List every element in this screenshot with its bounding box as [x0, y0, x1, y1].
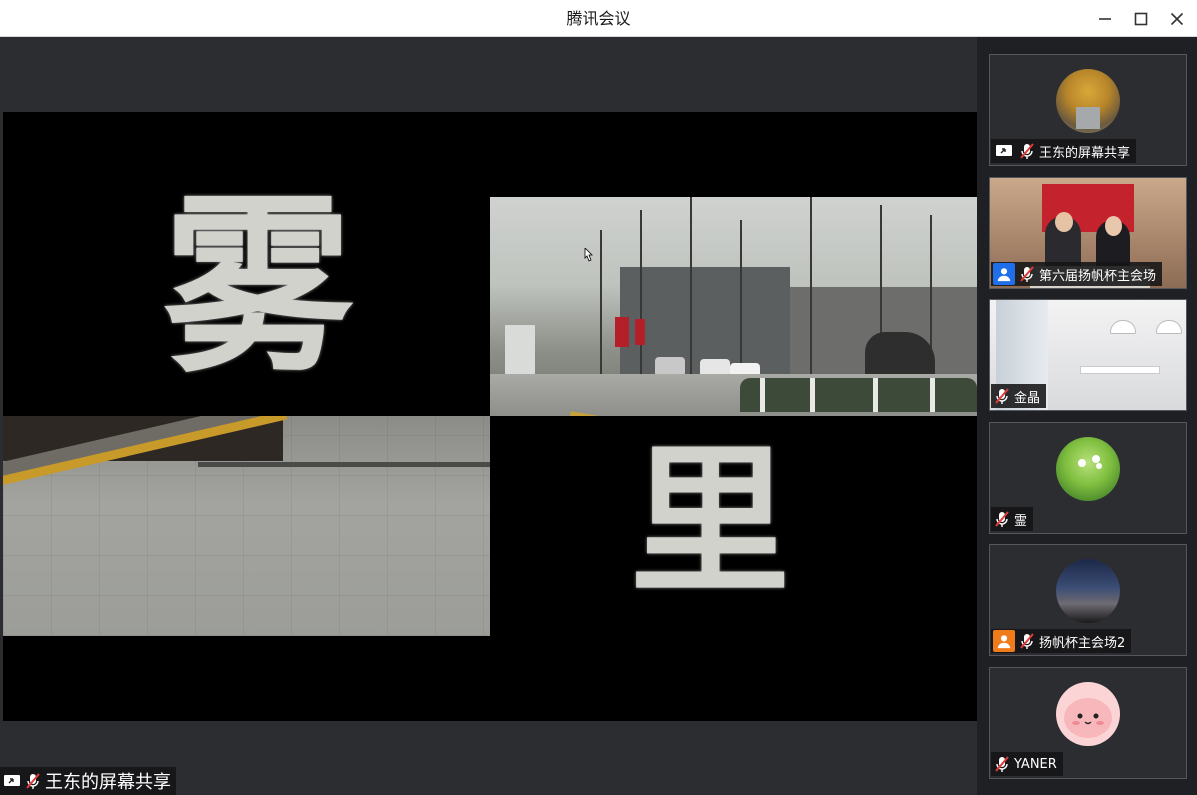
participant-tile[interactable]: 第六届扬帆杯主会场	[989, 177, 1187, 289]
cartoon-face-icon	[1064, 698, 1112, 738]
video-panel-street-scene	[490, 197, 977, 416]
avatar	[1056, 437, 1120, 501]
participant-name-bar: 第六届扬帆杯主会场	[991, 262, 1163, 286]
presenter-name: 王东的屏幕共享	[45, 772, 171, 793]
host-user-icon	[993, 263, 1015, 285]
participant-name: YANER	[1014, 756, 1057, 772]
participant-tile[interactable]: 霊	[989, 422, 1187, 534]
participant-name-bar: 霊	[991, 507, 1034, 531]
mouse-pointer-icon	[584, 248, 593, 262]
participant-name-bar: 扬帆杯主会场2	[991, 629, 1132, 653]
participant-name: 霊	[1014, 513, 1028, 529]
screen-share-icon	[3, 772, 21, 790]
minimize-button[interactable]	[1087, 0, 1123, 37]
participant-sidebar: 王东的屏幕共享 第六届扬帆杯主会场 金晶 霊 扬帆杯主会场2 YANER	[977, 37, 1197, 795]
minimize-icon	[1099, 17, 1111, 20]
participant-tile[interactable]: 金晶	[989, 299, 1187, 411]
mic-muted-icon	[1018, 632, 1036, 650]
participant-name-bar: YANER	[991, 752, 1063, 776]
avatar	[1056, 559, 1120, 623]
mic-muted-icon	[24, 772, 42, 790]
shared-screen[interactable]: 雾 里	[3, 112, 977, 721]
participant-tile[interactable]: 扬帆杯主会场2	[989, 544, 1187, 656]
participant-name: 第六届扬帆杯主会场	[1039, 268, 1157, 284]
calligraphy-character-bottom: 里	[630, 427, 791, 615]
mic-muted-icon	[993, 510, 1011, 528]
mic-muted-icon	[993, 387, 1011, 405]
participant-tile[interactable]: 王东的屏幕共享	[989, 54, 1187, 166]
avatar	[1056, 69, 1120, 133]
calligraphy-character-top: 雾	[163, 175, 354, 398]
participant-name: 王东的屏幕共享	[1039, 145, 1131, 161]
maximize-icon	[1134, 12, 1148, 25]
avatar	[1056, 682, 1120, 746]
participant-name-bar: 金晶	[991, 384, 1047, 408]
maximize-button[interactable]	[1123, 0, 1159, 37]
participant-tile[interactable]: YANER	[989, 667, 1187, 779]
close-icon	[1170, 12, 1184, 25]
participant-name: 金晶	[1014, 390, 1041, 406]
close-button[interactable]	[1159, 0, 1195, 37]
mic-muted-icon	[1018, 142, 1036, 160]
title-bar: 腾讯会议	[0, 0, 1197, 37]
participant-name-bar: 王东的屏幕共享	[991, 139, 1137, 163]
main-stage: 雾 里	[3, 37, 977, 795]
cohost-user-icon	[993, 630, 1015, 652]
mic-muted-icon	[1018, 265, 1036, 283]
screen-share-label: 王东的屏幕共享	[0, 767, 176, 795]
screen-share-icon	[993, 140, 1015, 162]
video-panel-calligraphy-top: 雾	[3, 112, 490, 416]
video-panel-pavement	[3, 416, 490, 636]
video-panel-calligraphy-bottom: 里	[490, 416, 977, 636]
participant-name: 扬帆杯主会场2	[1039, 635, 1126, 651]
window-title: 腾讯会议	[566, 9, 631, 28]
mic-muted-icon	[993, 755, 1011, 773]
